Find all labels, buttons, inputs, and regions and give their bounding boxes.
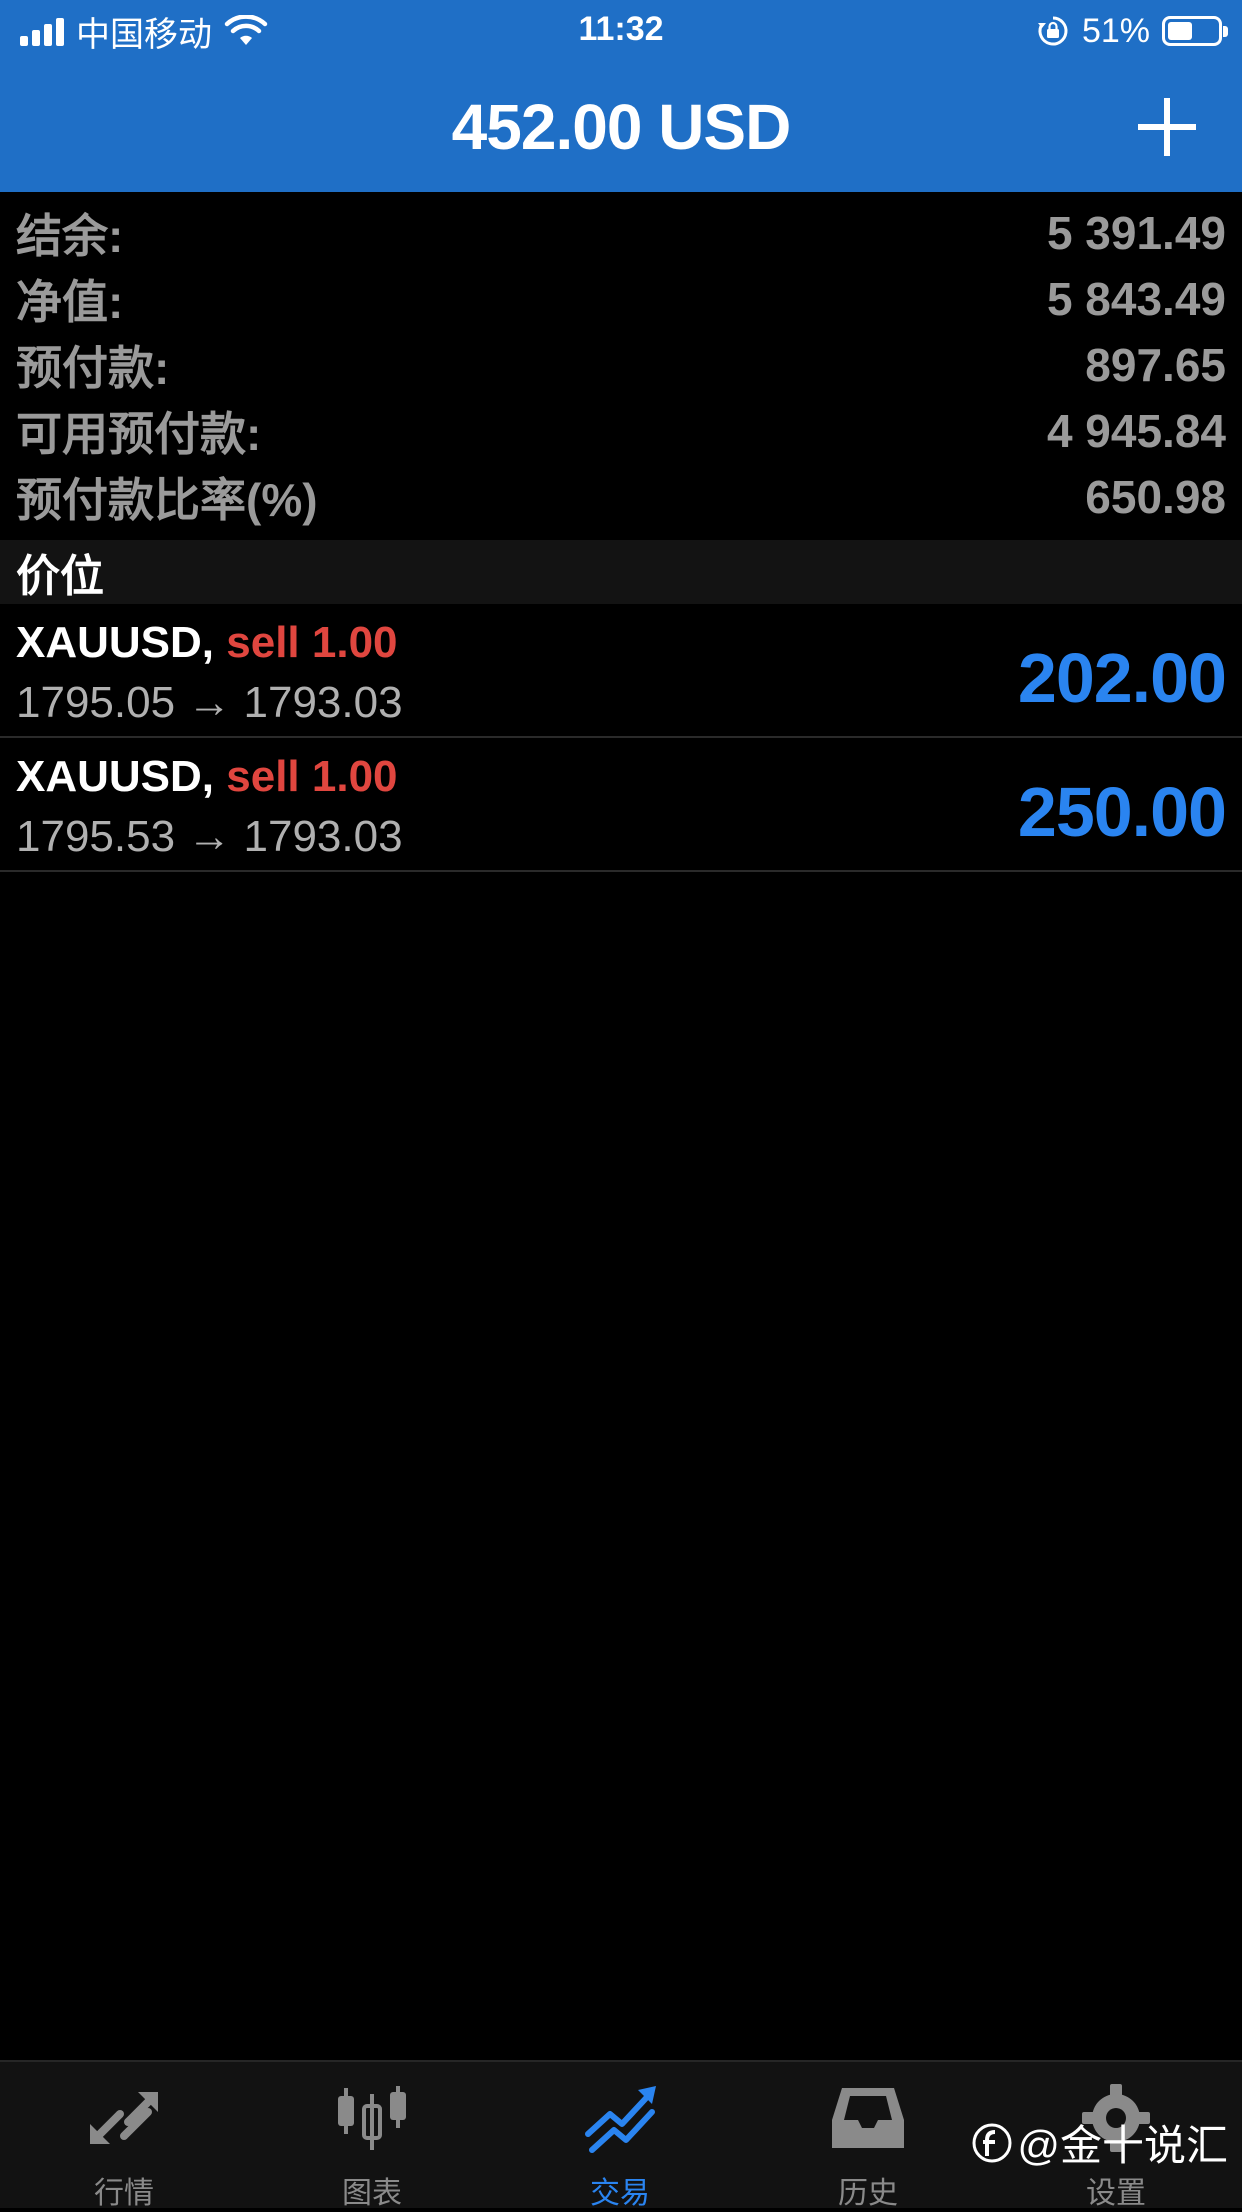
add-order-button[interactable] (1132, 92, 1202, 162)
summary-value: 5 843.49 (1046, 273, 1226, 325)
summary-row-equity: 净值: 5 843.49 (0, 266, 1242, 332)
account-summary: 结余: 5 391.49 净值: 5 843.49 预付款: 897.65 可用… (0, 200, 1242, 530)
summary-row-free-margin: 可用预付款: 4 945.84 (0, 398, 1242, 464)
position-side: sell 1.00 (226, 752, 398, 801)
trade-trend-icon (585, 2086, 656, 2153)
watermark-logo-icon (972, 2123, 1012, 2162)
position-profit: 202.00 (1017, 639, 1227, 717)
positions-section-header: 价位 (0, 540, 1242, 604)
battery-icon (1162, 16, 1228, 46)
orientation-lock-icon (1037, 16, 1068, 46)
candlestick-chart-icon (338, 2086, 406, 2150)
summary-label: 可用预付款: (16, 408, 262, 460)
summary-value: 4 945.84 (1046, 405, 1226, 457)
position-symbol: XAUUSD, (16, 752, 215, 801)
section-title: 价位 (16, 552, 104, 601)
quotes-arrows-icon (90, 2092, 158, 2144)
tab-label: 图表 (342, 2177, 402, 2210)
battery-percent: 51% (1081, 11, 1150, 50)
position-row[interactable]: XAUUSD, sell 1.00 1795.53 → 1793.03 250.… (0, 738, 1242, 872)
tab-label: 历史 (838, 2177, 898, 2210)
position-header: XAUUSD, sell 1.00 (16, 618, 398, 668)
summary-row-margin: 预付款: 897.65 (0, 332, 1242, 398)
summary-row-margin-level: 预付款比率(%) 650.98 (0, 464, 1242, 530)
history-inbox-icon (832, 2088, 904, 2148)
tab-quotes[interactable]: 行情 (0, 2062, 248, 2210)
status-bar: 中国移动 11:32 51% (0, 0, 1242, 62)
tab-history[interactable]: 历史 (744, 2062, 992, 2210)
position-side: sell 1.00 (226, 618, 398, 667)
summary-value: 650.98 (1085, 471, 1226, 523)
page-title: 452.00 USD (451, 91, 792, 163)
summary-label: 预付款比率(%) (16, 474, 318, 526)
summary-label: 预付款: (16, 342, 170, 394)
position-symbol: XAUUSD, (16, 618, 215, 667)
positions-list: XAUUSD, sell 1.00 1795.05 → 1793.03 202.… (0, 604, 1242, 872)
position-row[interactable]: XAUUSD, sell 1.00 1795.05 → 1793.03 202.… (0, 604, 1242, 738)
position-prices: 1795.53 → 1793.03 (16, 812, 403, 861)
header: 中国移动 11:32 51% 452.00 USD (0, 0, 1242, 192)
position-prices: 1795.05 → 1793.03 (16, 678, 403, 727)
summary-value: 897.65 (1085, 339, 1226, 391)
tab-label: 行情 (94, 2177, 154, 2210)
tab-trade[interactable]: 交易 (496, 2062, 744, 2210)
tab-label: 设置 (1086, 2177, 1146, 2210)
watermark: @金十说汇 (971, 2112, 1228, 2173)
summary-label: 净值: (16, 276, 124, 328)
tab-label: 交易 (590, 2177, 650, 2210)
summary-row-balance: 结余: 5 391.49 (0, 200, 1242, 266)
position-profit: 250.00 (1017, 773, 1227, 851)
summary-value: 5 391.49 (1046, 207, 1226, 259)
summary-label: 结余: (16, 210, 124, 262)
watermark-text: @金十说汇 (1017, 2122, 1228, 2169)
position-header: XAUUSD, sell 1.00 (16, 752, 398, 802)
title-bar: 452.00 USD (0, 62, 1242, 192)
tab-charts[interactable]: 图表 (248, 2062, 496, 2210)
status-right: 51% (1036, 10, 1228, 52)
